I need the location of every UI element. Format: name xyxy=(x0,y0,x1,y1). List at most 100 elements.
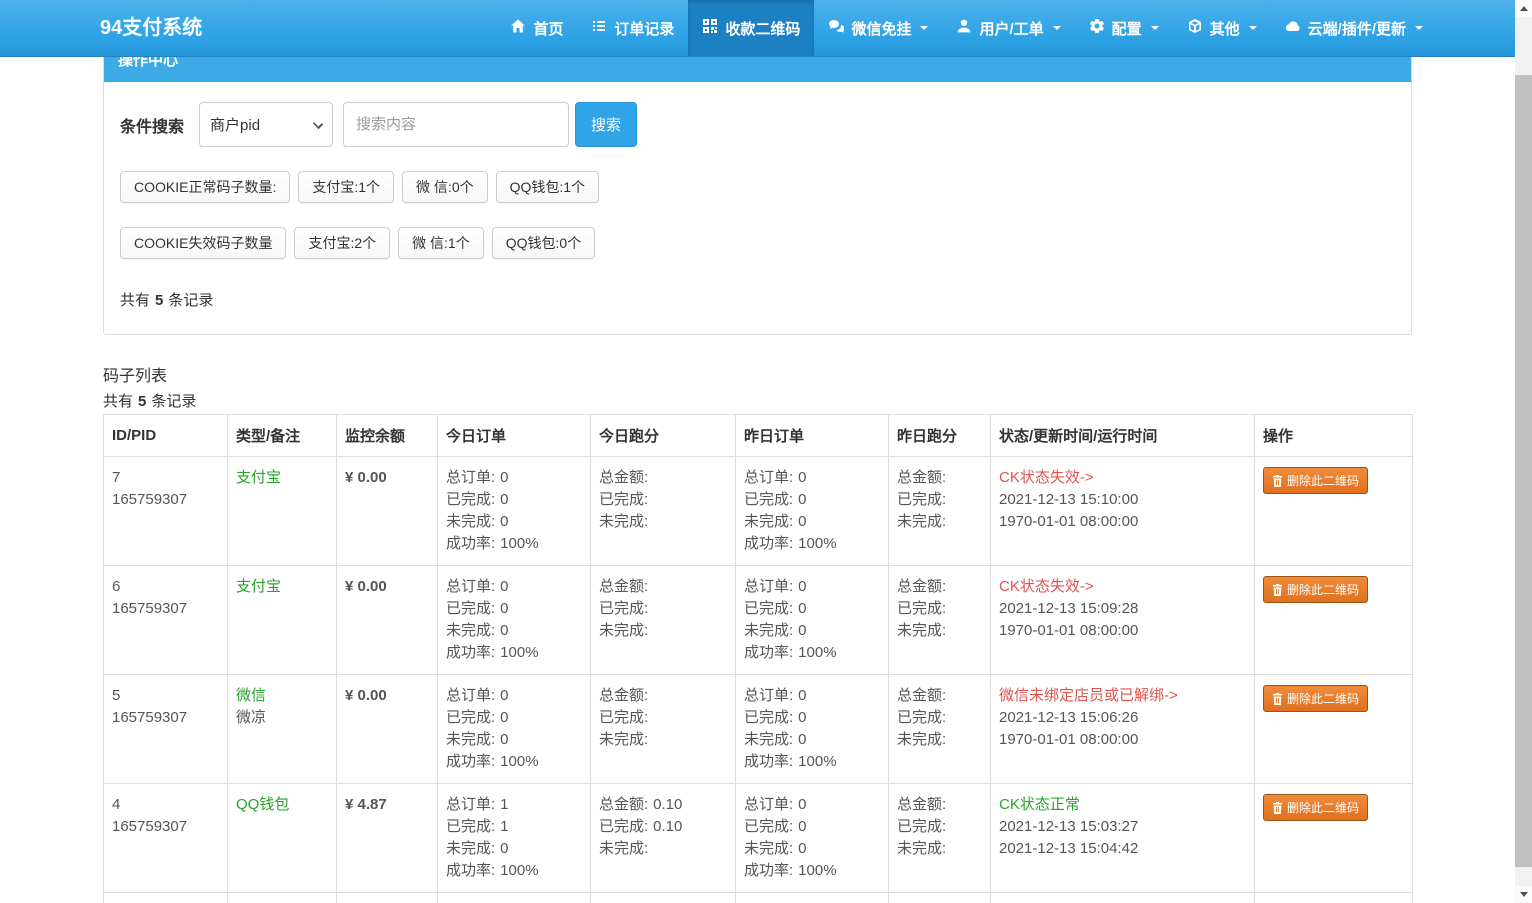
status-run-time: 1970-01-01 08:00:00 xyxy=(999,511,1246,533)
search-button[interactable]: 搜索 xyxy=(575,102,637,147)
select-value: 商户pid xyxy=(210,114,260,135)
scrollbar-thumb[interactable] xyxy=(1515,75,1532,867)
code-list-title: 码子列表 xyxy=(103,362,1412,386)
cell-yesterday-orders: 总订单:0 已完成:0 未完成: 成功率: xyxy=(736,893,889,903)
row-pid: 165759307 xyxy=(112,816,219,838)
col-type-note: 类型/备注 xyxy=(228,415,337,457)
chevron-down-icon xyxy=(1053,26,1061,30)
alipay-invalid-count[interactable]: 支付宝:2个 xyxy=(294,227,390,259)
nav-item-payment-qrcode[interactable]: 收款二维码 xyxy=(688,0,814,56)
cell-id-pid: 4 165759307 xyxy=(104,784,228,893)
cookie-invalid-row: COOKIE失效码子数量 支付宝:2个 微 信:1个 QQ钱包:0个 xyxy=(120,227,1395,259)
nav-item-config[interactable]: 配置 xyxy=(1075,0,1173,56)
chevron-down-icon xyxy=(920,26,928,30)
delete-qrcode-button[interactable]: 删除此二维码 xyxy=(1263,467,1368,494)
col-actions: 操作 xyxy=(1255,415,1413,457)
table-body: 7 165759307 支付宝 ¥ 0.00 总订单:0 已完成:0 未完成:0… xyxy=(104,457,1413,903)
cell-balance: ¥ 0.00 xyxy=(337,675,438,784)
cell-type-note: 微信 微凉 xyxy=(228,675,337,784)
status-update-time: 2021-12-13 15:10:00 xyxy=(999,489,1246,511)
cell-today-run: 总金额: 已完成: 未完成: xyxy=(591,457,736,566)
cell-balance: ¥ 0.00 xyxy=(337,457,438,566)
trash-icon xyxy=(1272,584,1283,596)
cell-today-orders: 总订单:0 已完成:0 未完成:0 成功率:100% xyxy=(438,566,591,675)
col-today-run: 今日跑分 xyxy=(591,415,736,457)
delete-qrcode-button[interactable]: 删除此二维码 xyxy=(1263,685,1368,712)
cell-actions: 删除此二维码 xyxy=(1255,784,1413,893)
cell-id-pid: 7 165759307 xyxy=(104,457,228,566)
nav-item-label: 订单记录 xyxy=(614,18,674,39)
cloud-icon xyxy=(1285,18,1301,38)
cell-balance: ¥ 2.98 xyxy=(337,893,438,903)
chevron-down-icon xyxy=(1151,26,1159,30)
cookie-invalid-count-label[interactable]: COOKIE失效码子数量 xyxy=(120,227,286,259)
delete-qrcode-button[interactable]: 删除此二维码 xyxy=(1263,576,1368,603)
row-type: 支付宝 xyxy=(236,467,328,489)
search-condition-label: 条件搜索 xyxy=(120,113,184,137)
nav-item-wechat-hangfree[interactable]: 微信免挂 xyxy=(814,0,942,56)
panel-body: 条件搜索 商户pid 搜索 COOKIE正常码子数量: 支付宝:1个 微 信:0… xyxy=(104,82,1411,334)
cell-status-times: CK状态正常 2021-12-13 15:03:27 2021-12-13 15… xyxy=(991,784,1255,893)
nav-item-order-records[interactable]: 订单记录 xyxy=(577,0,688,56)
chevron-down-icon xyxy=(1249,26,1257,30)
col-today-orders: 今日订单 xyxy=(438,415,591,457)
app-brand[interactable]: 94支付系统 xyxy=(100,0,202,56)
col-yesterday-orders: 昨日订单 xyxy=(736,415,889,457)
cell-actions: 删除此二维码 xyxy=(1255,457,1413,566)
list-icon xyxy=(591,18,607,38)
row-id: 4 xyxy=(112,794,219,816)
col-status-times: 状态/更新时间/运行时间 xyxy=(991,415,1255,457)
nav-item-label: 首页 xyxy=(533,18,563,39)
row-id: 7 xyxy=(112,467,219,489)
cookie-normal-count-label[interactable]: COOKIE正常码子数量: xyxy=(120,171,290,203)
nav-item-label: 用户/工单 xyxy=(979,18,1043,39)
trash-icon xyxy=(1272,693,1283,705)
status-text: CK状态失效-> xyxy=(999,467,1246,489)
table-row: 5 165759307 微信 微凉 ¥ 0.00 总订单:0 已完成:0 未完成… xyxy=(104,675,1413,784)
cell-yesterday-orders: 总订单:0 已完成:0 未完成:0 成功率:100% xyxy=(736,675,889,784)
status-update-time: 2021-12-13 15:09:28 xyxy=(999,598,1246,620)
gear-icon xyxy=(1089,18,1105,38)
wechat-invalid-count[interactable]: 微 信:1个 xyxy=(398,227,484,259)
vertical-scrollbar[interactable] xyxy=(1515,0,1532,903)
search-input[interactable] xyxy=(343,102,569,147)
cell-yesterday-orders: 总订单:0 已完成:0 未完成:0 成功率:100% xyxy=(736,784,889,893)
cell-status-times: CK状态失效-> 2021-12-13 15:10:00 1970-01-01 … xyxy=(991,457,1255,566)
cell-yesterday-run: 总金额: 已完成: 未完成: xyxy=(889,566,991,675)
col-id-pid: ID/PID xyxy=(104,415,228,457)
cell-id-pid: 5 165759307 xyxy=(104,675,228,784)
nav-item-other[interactable]: 其他 xyxy=(1173,0,1271,56)
table-row: 7 165759307 支付宝 ¥ 0.00 总订单:0 已完成:0 未完成:0… xyxy=(104,457,1413,566)
nav-item-cloud-plugins-update[interactable]: 云端/插件/更新 xyxy=(1271,0,1437,56)
cell-actions: 删除此二维码 xyxy=(1255,675,1413,784)
qqwallet-invalid-count[interactable]: QQ钱包:0个 xyxy=(492,227,595,259)
trash-icon xyxy=(1272,802,1283,814)
col-yesterday-run: 昨日跑分 xyxy=(889,415,991,457)
cell-yesterday-run: 总金额: 已完成: 未完成: xyxy=(889,675,991,784)
nav-item-user-tickets[interactable]: 用户/工单 xyxy=(942,0,1074,56)
scroll-up-button[interactable] xyxy=(1515,0,1532,17)
cell-today-run: 总金额: 已完成: 未完成: xyxy=(591,675,736,784)
nav-item-home[interactable]: 首页 xyxy=(496,0,577,56)
comments-icon xyxy=(828,18,844,38)
nav-item-label: 微信免挂 xyxy=(851,18,911,39)
operation-panel: 操作中心 条件搜索 商户pid 搜索 COOKIE正常码子数量: 支付宝:1个 … xyxy=(103,57,1412,335)
table-row: 6 165759307 支付宝 ¥ 0.00 总订单:0 已完成:0 未完成:0… xyxy=(104,566,1413,675)
cell-today-orders: 总订单:0 已完成:0 未完成:0 成功率:100% xyxy=(438,457,591,566)
wechat-normal-count[interactable]: 微 信:0个 xyxy=(402,171,488,203)
delete-qrcode-button[interactable]: 删除此二维码 xyxy=(1263,794,1368,821)
row-type: 微信 xyxy=(236,685,328,707)
merchant-filter-select[interactable]: 商户pid xyxy=(199,102,333,147)
scroll-down-button[interactable] xyxy=(1515,886,1532,903)
row-pid: 165759307 xyxy=(112,598,219,620)
alipay-normal-count[interactable]: 支付宝:1个 xyxy=(298,171,394,203)
panel-record-count: 共有5条记录 xyxy=(120,289,1395,310)
cell-status-times: CK状态正常 2021-12-13 14:53:23 xyxy=(991,893,1255,903)
cell-yesterday-orders: 总订单:0 已完成:0 未完成:0 成功率:100% xyxy=(736,566,889,675)
nav-item-label: 收款二维码 xyxy=(725,18,800,39)
cell-yesterday-run: 总金额: 已完成: 未完成: xyxy=(889,784,991,893)
row-pid: 165759307 xyxy=(112,707,219,729)
qqwallet-normal-count[interactable]: QQ钱包:1个 xyxy=(496,171,599,203)
search-row: 条件搜索 商户pid 搜索 xyxy=(120,102,1395,147)
cell-actions: 删除此二维码 xyxy=(1255,893,1413,903)
